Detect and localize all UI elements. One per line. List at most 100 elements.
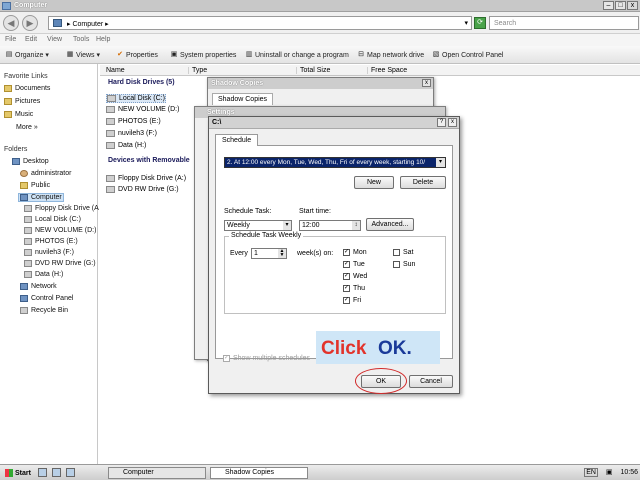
views-button[interactable]: ▦ Views ▾ [66, 51, 100, 59]
chevron-down-icon[interactable]: ▾ [464, 19, 468, 27]
address-bar[interactable]: ▸ Computer ▸ ▾ [48, 16, 472, 30]
folders-header[interactable]: Folders [4, 146, 27, 153]
chevron-down-icon[interactable]: ▾ [436, 158, 445, 167]
day-checkbox-mon[interactable]: ✓ Mon [343, 249, 367, 256]
close-icon[interactable]: x [422, 79, 431, 87]
switch-windows-icon[interactable] [52, 468, 61, 477]
system-icon: ▣ [170, 51, 178, 58]
chevron-down-icon[interactable]: ▾ [283, 221, 291, 230]
advanced-button[interactable]: Advanced... [366, 218, 414, 231]
tree-desktop[interactable]: Desktop [12, 158, 49, 165]
tree-control-panel[interactable]: Control Panel [20, 295, 73, 302]
refresh-icon[interactable]: ⟳ [474, 17, 486, 29]
every-weeks-stepper[interactable]: 1 ▲ ▼ [251, 248, 287, 259]
day-checkbox-fri[interactable]: ✓ Fri [343, 297, 361, 304]
open-control-panel-button[interactable]: ▧ Open Control Panel [432, 51, 504, 59]
column-name[interactable]: Name [103, 67, 125, 74]
column-type[interactable]: Type [188, 67, 207, 74]
spin-updown-icon[interactable]: ▲ ▼ [278, 249, 286, 258]
list-item[interactable]: NEW VOLUME (D:) [106, 106, 179, 113]
list-item[interactable]: Data (H:) [106, 142, 146, 149]
minimize-button[interactable]: – [603, 1, 614, 10]
every-label: Every [230, 250, 248, 257]
search-input[interactable]: Search [489, 16, 639, 30]
menu-file[interactable]: File [5, 36, 16, 43]
start-time-field[interactable]: 12:00 ↕ [299, 220, 361, 231]
tree-dvd-g[interactable]: DVD RW Drive (G:) [24, 260, 96, 267]
menu-tools[interactable]: Tools [73, 36, 89, 43]
group-hard-disk-drives[interactable]: Hard Disk Drives (5) [108, 79, 175, 86]
nav-more[interactable]: More » [16, 124, 38, 131]
drive-icon [24, 271, 32, 278]
dialog-title: C:\ [212, 119, 222, 126]
browser-icon[interactable] [66, 468, 75, 477]
nav-documents[interactable]: Documents [4, 85, 50, 92]
new-button[interactable]: New [354, 176, 394, 189]
properties-button[interactable]: ✔ Properties [116, 51, 158, 59]
uninstall-button[interactable]: ▥ Uninstall or change a program [245, 51, 349, 59]
schedule-list-dropdown[interactable]: 2. At 12:00 every Mon, Tue, Wed, Thu, Fr… [224, 157, 446, 168]
close-button[interactable]: x [627, 1, 638, 10]
schedule-task-value: Weekly [227, 222, 250, 229]
tree-new-volume-d[interactable]: NEW VOLUME (D:) [24, 227, 96, 234]
tree-administrator[interactable]: administrator [20, 170, 71, 177]
column-free-space[interactable]: Free Space [367, 67, 407, 74]
checkbox-icon: ✓ [343, 273, 350, 280]
maximize-button[interactable]: □ [615, 1, 626, 10]
list-item[interactable]: DVD RW Drive (G:) [106, 186, 179, 193]
tree-photos-e[interactable]: PHOTOS (E:) [24, 238, 78, 245]
taskbar-item-shadow-copies[interactable]: Shadow Copies [210, 467, 308, 479]
menu-view[interactable]: View [47, 36, 62, 43]
start-button[interactable]: Start [2, 467, 36, 479]
tree-data-h[interactable]: Data (H:) [24, 271, 63, 278]
list-item[interactable]: nuvileh3 (F:) [106, 130, 157, 137]
cancel-button[interactable]: Cancel [409, 375, 453, 388]
breadcrumb[interactable]: ▸ Computer ▸ [67, 20, 109, 28]
forward-button[interactable]: ▶ [22, 15, 38, 31]
language-indicator[interactable]: EN [584, 468, 598, 477]
show-multiple-schedules-checkbox[interactable]: ✓ Show multiple schedules [223, 355, 310, 362]
dvd-icon [106, 186, 115, 193]
menu-edit[interactable]: Edit [25, 36, 37, 43]
back-button[interactable]: ◀ [3, 15, 19, 31]
drive-icon [106, 118, 115, 125]
day-checkbox-tue[interactable]: ✓ Tue [343, 261, 365, 268]
system-properties-button[interactable]: ▣ System properties [170, 51, 237, 59]
show-desktop-icon[interactable] [38, 468, 47, 477]
tab-schedule[interactable]: Schedule [215, 134, 259, 146]
tree-public[interactable]: Public [20, 182, 50, 189]
tray-icon[interactable]: ▣ [606, 469, 613, 476]
clock[interactable]: 10:56 [620, 469, 638, 476]
list-item[interactable]: Floppy Disk Drive (A:) [106, 175, 186, 182]
tree-network[interactable]: Network [20, 283, 57, 290]
dialog-close-button[interactable]: x [448, 118, 457, 127]
drive-icon [106, 142, 115, 149]
tree-floppy[interactable]: Floppy Disk Drive (A [24, 205, 99, 212]
list-item[interactable]: Local Disk (C:) [106, 94, 166, 103]
network-drive-icon: ⊟ [358, 51, 364, 58]
nav-music[interactable]: Music [4, 111, 33, 118]
day-checkbox-thu[interactable]: ✓ Thu [343, 285, 365, 292]
day-checkbox-wed[interactable]: ✓ Wed [343, 273, 367, 280]
tab-shadow-copies[interactable]: Shadow Copies [212, 93, 274, 105]
tree-recycle-bin[interactable]: Recycle Bin [20, 307, 68, 314]
day-checkbox-sat[interactable]: Sat [393, 249, 414, 256]
spin-updown-icon[interactable]: ↕ [352, 221, 360, 230]
group-removable[interactable]: Devices with Removable [108, 157, 190, 164]
schedule-task-combo[interactable]: Weekly ▾ [224, 220, 292, 231]
organize-button[interactable]: ▤ Organize ▾ [5, 51, 49, 59]
tree-local-disk-c[interactable]: Local Disk (C:) [24, 216, 81, 223]
day-checkbox-sun[interactable]: Sun [393, 261, 415, 268]
menu-help[interactable]: Help [96, 36, 110, 43]
list-item[interactable]: PHOTOS (E:) [106, 118, 161, 125]
column-total-size[interactable]: Total Size [296, 67, 330, 74]
delete-button[interactable]: Delete [400, 176, 446, 189]
help-button[interactable]: ? [437, 118, 446, 127]
folder-icon [4, 85, 12, 92]
tree-computer[interactable]: Computer [18, 193, 64, 202]
taskbar-item-computer[interactable]: Computer [108, 467, 206, 479]
tree-nuvileh3-f[interactable]: nuvileh3 (F:) [24, 249, 74, 256]
map-network-drive-button[interactable]: ⊟ Map network drive [357, 51, 424, 59]
nav-pictures[interactable]: Pictures [4, 98, 40, 105]
dvd-icon [24, 260, 32, 267]
